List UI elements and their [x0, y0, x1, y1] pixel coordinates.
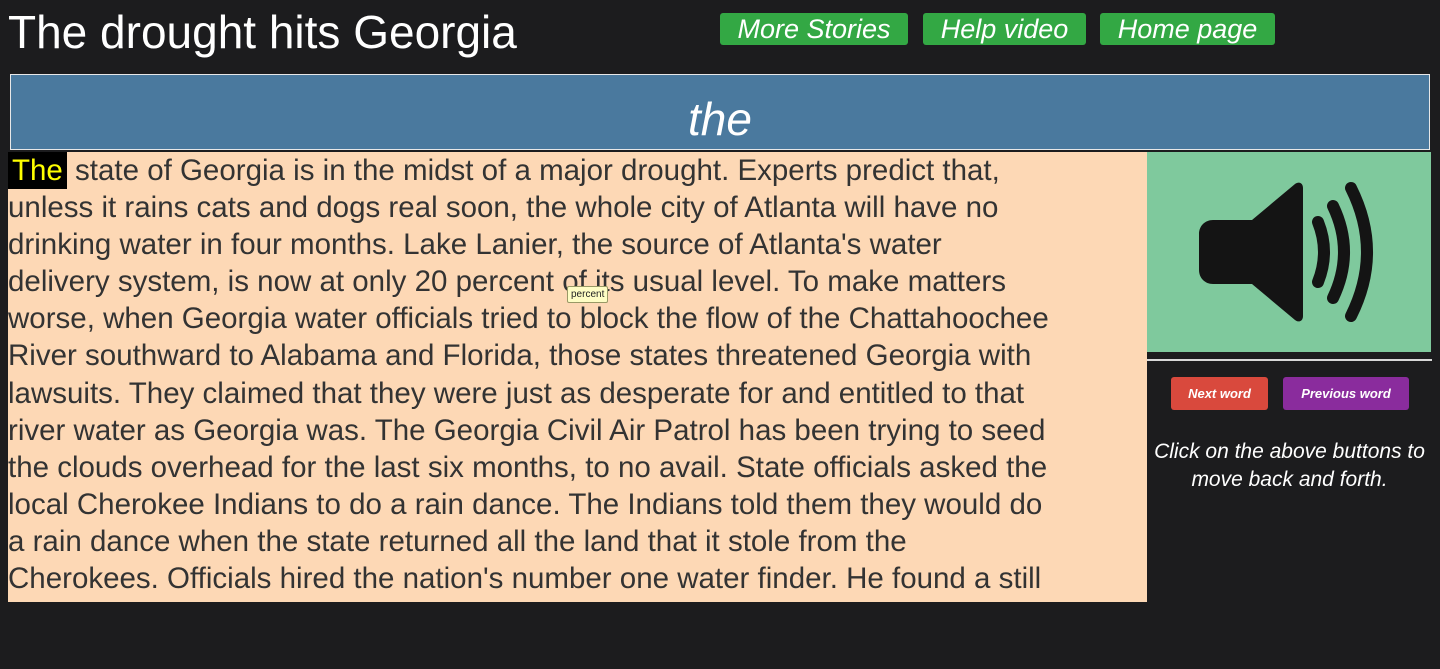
story-line: lawsuits. They claimed that they were ju… — [8, 376, 1025, 410]
story-line: river water as Georgia was. The Georgia … — [8, 413, 1046, 447]
side-divider — [1147, 359, 1432, 361]
play-audio-button[interactable] — [1147, 152, 1431, 352]
previous-word-button[interactable]: Previous word — [1283, 377, 1409, 410]
help-video-button[interactable]: Help video — [923, 13, 1086, 45]
home-page-button[interactable]: Home page — [1100, 13, 1275, 45]
story-line: The state of Georgia is in the midst of … — [8, 152, 1147, 189]
current-word-banner: the — [10, 74, 1430, 150]
speaker-volume-icon — [1199, 182, 1373, 322]
story-line: the clouds overhead for the last six mon… — [8, 450, 1048, 484]
story-line: drinking water in four months. Lake Lani… — [8, 228, 942, 262]
story-line: Cherokees. Officials hired the nation's … — [8, 562, 1042, 596]
next-word-button[interactable]: Next word — [1171, 377, 1268, 410]
story-line: unless it rains cats and dogs real soon,… — [8, 191, 999, 225]
instructions-text: Click on the above buttons to move back … — [1154, 440, 1425, 491]
page-title: The drought hits Georgia — [8, 6, 517, 58]
story-line-text: state of Georgia is in the midst of a ma… — [66, 154, 1000, 187]
story-line: River southward to Alabama and Florida, … — [8, 339, 1032, 373]
story-text-panel: The state of Georgia is in the midst of … — [8, 152, 1147, 602]
story-line: local Cherokee Indians to do a rain danc… — [8, 487, 1043, 521]
story-line: worse, when Georgia water officials trie… — [8, 302, 1049, 336]
highlighted-current-word[interactable]: The — [8, 152, 67, 189]
story-line: a rain dance when the state returned all… — [8, 524, 907, 558]
word-tooltip: percent — [567, 286, 609, 303]
more-stories-button[interactable]: More Stories — [720, 13, 908, 45]
